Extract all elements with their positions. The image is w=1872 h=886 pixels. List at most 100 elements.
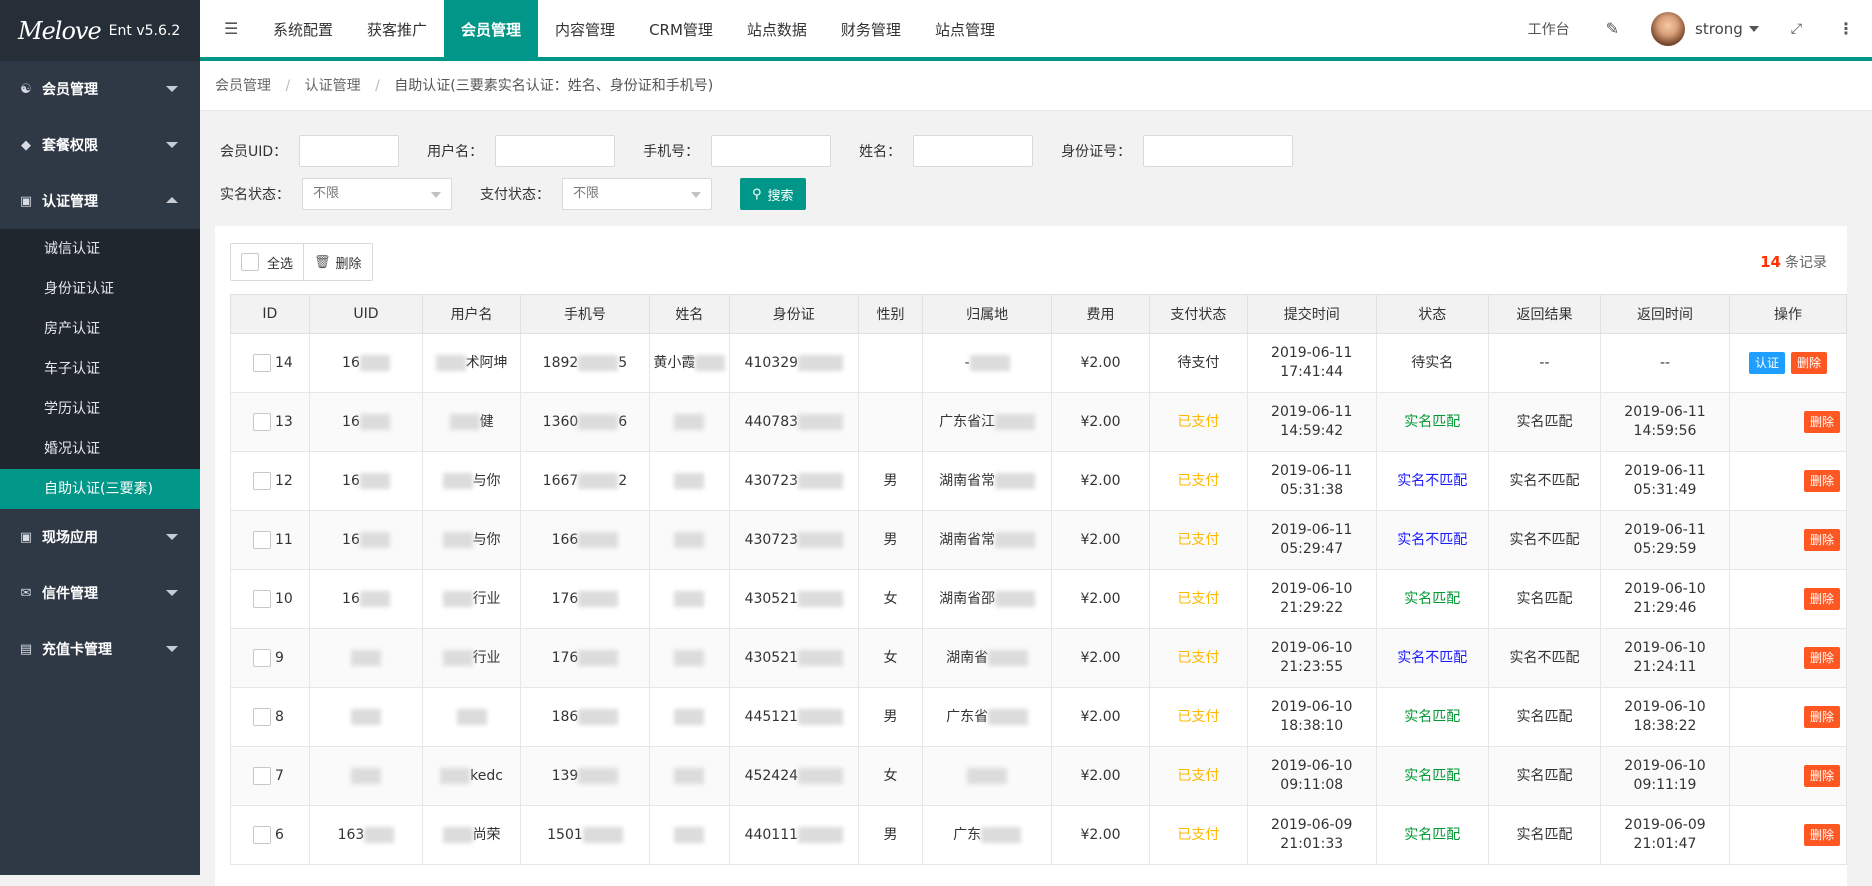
select-all-button[interactable]: 全选 bbox=[231, 244, 303, 280]
pay-status-cell: 已支付 bbox=[1148, 569, 1248, 629]
sidebar-group-packages[interactable]: ◆ 套餐权限 bbox=[0, 117, 200, 173]
delete-button[interactable]: 删除 bbox=[1803, 529, 1840, 551]
redacted-block bbox=[674, 649, 705, 666]
col-header-uid[interactable]: UID bbox=[308, 294, 424, 334]
nav-content[interactable]: 内容管理 bbox=[538, 0, 632, 61]
row-checkbox[interactable] bbox=[253, 589, 271, 608]
row-checkbox[interactable] bbox=[253, 353, 271, 372]
more-icon[interactable]: ⋮ bbox=[1820, 19, 1872, 38]
delete-button[interactable]: 删除 bbox=[1803, 824, 1840, 846]
col-header-gender[interactable]: 性别 bbox=[857, 294, 924, 334]
actions-cell: 删除 bbox=[1728, 392, 1848, 452]
col-header-phone[interactable]: 手机号 bbox=[520, 294, 650, 334]
verify-button[interactable]: 认证 bbox=[1748, 352, 1785, 374]
nav-promotion[interactable]: 获客推广 bbox=[350, 0, 444, 61]
col-header-submit-time[interactable]: 提交时间 bbox=[1246, 294, 1377, 334]
return-date: 2019-06-11 bbox=[1624, 522, 1706, 538]
col-header-region[interactable]: 归属地 bbox=[922, 294, 1053, 334]
nav-crm[interactable]: CRM管理 bbox=[632, 0, 730, 61]
status-cell: 实名不匹配 bbox=[1375, 510, 1489, 570]
pay-status-cell: 已支付 bbox=[1148, 451, 1248, 511]
table-row: 12 16 与你 1667 2 430723 男湖南省常 ¥2.00 已支付 2019-06-11… bbox=[230, 451, 1848, 511]
gender-cell: 女 bbox=[857, 746, 924, 806]
pay-status-select[interactable]: 不限 bbox=[562, 178, 712, 210]
col-header-pay-status[interactable]: 支付状态 bbox=[1148, 294, 1248, 334]
row-checkbox[interactable] bbox=[253, 471, 271, 490]
delete-button[interactable]: 删除 bbox=[1803, 470, 1840, 492]
clear-cache-icon[interactable]: ✎ bbox=[1588, 19, 1637, 38]
row-checkbox[interactable] bbox=[253, 766, 271, 785]
col-header-return-time[interactable]: 返回时间 bbox=[1600, 294, 1730, 334]
idcard-input[interactable] bbox=[1143, 135, 1294, 167]
col-header-name[interactable]: 姓名 bbox=[648, 294, 730, 334]
nav-finance[interactable]: 财务管理 bbox=[824, 0, 918, 61]
sidebar-item-education[interactable]: 学历认证 bbox=[0, 389, 200, 429]
row-id: 8 bbox=[275, 708, 284, 725]
nav-system-config[interactable]: 系统配置 bbox=[256, 0, 350, 61]
user-menu[interactable]: strong bbox=[1637, 11, 1773, 46]
nav-site-management[interactable]: 站点管理 bbox=[918, 0, 1012, 61]
actions-cell: 删除 bbox=[1728, 746, 1848, 806]
fee-cell: ¥2.00 bbox=[1051, 392, 1150, 452]
username-input[interactable] bbox=[495, 135, 616, 167]
bulk-delete-button[interactable]: 🗑 删除 bbox=[303, 244, 372, 280]
name-input[interactable] bbox=[913, 135, 1034, 167]
sidebar-item-self-verify[interactable]: 自助认证(三要素) bbox=[0, 469, 200, 509]
redacted-block bbox=[578, 649, 619, 666]
sidebar-item-house[interactable]: 房产认证 bbox=[0, 309, 200, 349]
nav-site-data[interactable]: 站点数据 bbox=[730, 0, 824, 61]
sidebar-item-marital[interactable]: 婚况认证 bbox=[0, 429, 200, 469]
sidebar-item-idcard[interactable]: 身份证认证 bbox=[0, 269, 200, 309]
region-value: 广东省 bbox=[946, 708, 989, 725]
username-cell: 与你 bbox=[422, 510, 521, 570]
idcard-prefix: 440783 bbox=[744, 413, 799, 430]
breadcrumb-item[interactable]: 认证管理 bbox=[305, 78, 361, 94]
nav-member-management[interactable]: 会员管理 bbox=[444, 0, 539, 61]
status-cell: 实名不匹配 bbox=[1375, 628, 1489, 688]
sidebar-group-verification[interactable]: ▣ 认证管理 bbox=[0, 173, 200, 229]
redacted-block bbox=[578, 354, 619, 371]
row-checkbox[interactable] bbox=[253, 707, 271, 726]
col-header-id[interactable]: ID bbox=[230, 294, 310, 334]
submit-time: 05:29:47 bbox=[1280, 541, 1344, 557]
col-header-fee[interactable]: 费用 bbox=[1051, 294, 1150, 334]
delete-button[interactable]: 删除 bbox=[1803, 411, 1840, 433]
row-checkbox[interactable] bbox=[253, 825, 271, 844]
sidebar-group-members[interactable]: ☯ 会员管理 bbox=[0, 61, 200, 117]
row-id: 13 bbox=[275, 413, 293, 430]
search-button[interactable]: ⚲ 搜索 bbox=[740, 178, 806, 210]
col-header-idcard[interactable]: 身份证 bbox=[728, 294, 859, 334]
sidebar-group-onsite[interactable]: ▣ 现场应用 bbox=[0, 509, 200, 565]
phone-input[interactable] bbox=[711, 135, 832, 167]
sidebar-item-credit[interactable]: 诚信认证 bbox=[0, 229, 200, 269]
breadcrumb-item[interactable]: 会员管理 bbox=[215, 78, 271, 94]
redacted-block bbox=[995, 531, 1036, 548]
logo[interactable]: Melove Ent v5.6.2 bbox=[0, 0, 200, 61]
sidebar-group-recharge[interactable]: ▤ 充值卡管理 bbox=[0, 621, 200, 677]
col-header-result[interactable]: 返回结果 bbox=[1487, 294, 1602, 334]
delete-button[interactable]: 删除 bbox=[1803, 706, 1840, 728]
delete-button[interactable]: 删除 bbox=[1803, 647, 1840, 669]
fullscreen-icon[interactable]: ⤢ bbox=[1773, 21, 1820, 37]
realname-status-select[interactable]: 不限 bbox=[302, 178, 452, 210]
col-header-username[interactable]: 用户名 bbox=[422, 294, 521, 334]
redacted-block bbox=[674, 472, 705, 489]
uid-input[interactable] bbox=[299, 135, 400, 167]
delete-button[interactable]: 删除 bbox=[1790, 352, 1827, 374]
sidebar-group-mail[interactable]: ✉ 信件管理 bbox=[0, 565, 200, 621]
col-header-status[interactable]: 状态 bbox=[1375, 294, 1489, 334]
select-all-checkbox[interactable] bbox=[241, 253, 259, 271]
row-checkbox[interactable] bbox=[253, 648, 271, 667]
row-checkbox[interactable] bbox=[253, 412, 271, 431]
menu-fold-icon[interactable]: ☰ bbox=[224, 20, 242, 38]
idcard-label: 身份证号： bbox=[1061, 144, 1132, 160]
delete-button[interactable]: 删除 bbox=[1803, 765, 1840, 787]
table-row: 14 16 术阿坤 1892 5 黄小霞 410329- ¥2.00 待支付 2019-06-11… bbox=[230, 333, 1848, 393]
uid-cell bbox=[308, 628, 424, 688]
workbench-link[interactable]: 工作台 bbox=[1510, 19, 1588, 39]
submit-time-cell: 2019-06-11 17:41:44 bbox=[1246, 333, 1377, 393]
delete-button[interactable]: 删除 bbox=[1803, 588, 1840, 610]
table-row: 7 kedc 139 452424 女 ¥2.00 已支付 2019-06-10 09:11:0… bbox=[230, 746, 1848, 806]
row-checkbox[interactable] bbox=[253, 530, 271, 549]
sidebar-item-car[interactable]: 车子认证 bbox=[0, 349, 200, 389]
